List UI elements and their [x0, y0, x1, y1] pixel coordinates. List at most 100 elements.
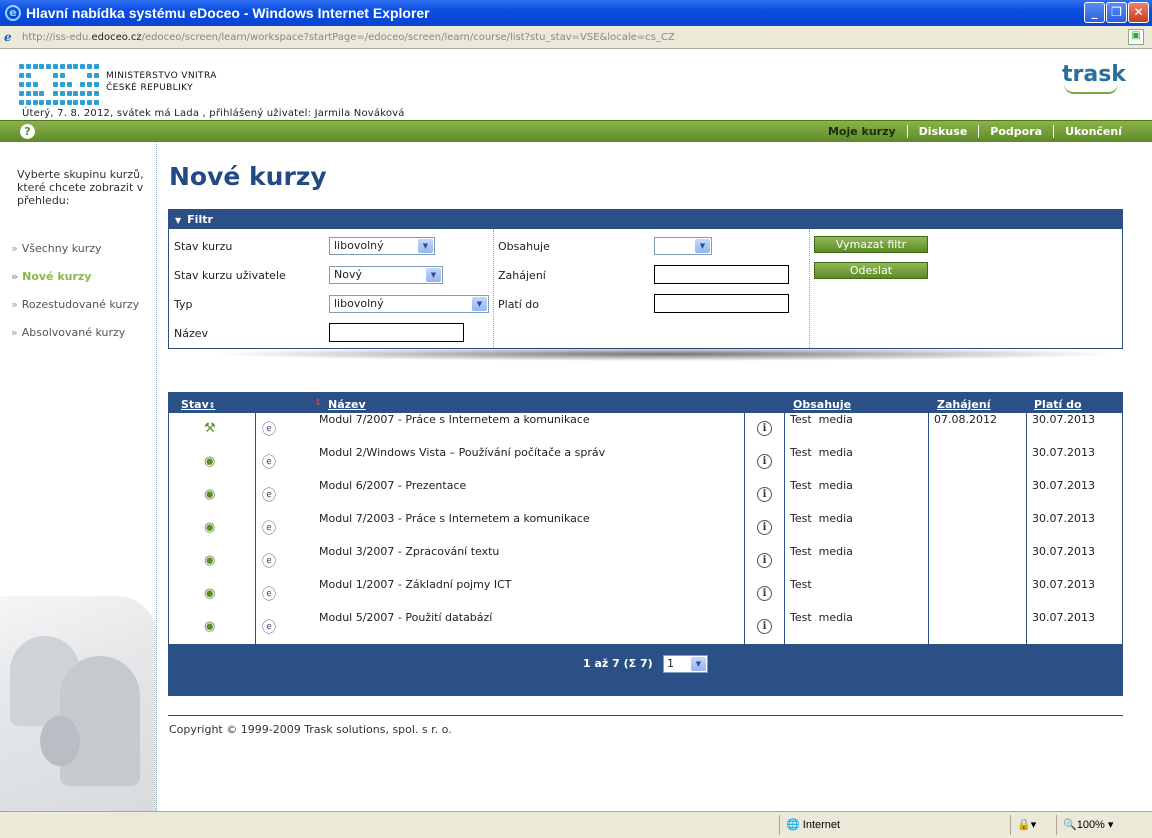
course-name[interactable]: Modul 3/2007 - Zpracování textu [319, 545, 499, 578]
filter-header[interactable]: ▼ Filtr [169, 210, 1122, 229]
info-icon[interactable]: i [757, 487, 772, 502]
address-bar[interactable]: ℯ http://iss-edu.edoceo.cz/edoceo/screen… [0, 26, 1152, 49]
sidebar-item-in-progress[interactable]: » Rozestudované kurzy [11, 298, 139, 311]
logo-dot [87, 64, 92, 69]
zahajeni-label: Zahájení [498, 269, 546, 282]
logo-dot [53, 91, 58, 96]
logo-dot [39, 91, 45, 96]
logo-dot [59, 91, 65, 96]
table-row[interactable]: ◉ ⓔ Modul 6/2007 - Prezentace i Test media 30… [169, 479, 1122, 512]
elearning-icon: ⓔ [262, 455, 276, 471]
logo-dot [32, 91, 38, 96]
chevron-down-icon: ▼ [426, 268, 441, 282]
logo-dot [80, 100, 86, 105]
sidebar: Vyberte skupinu kurzů, které chcete zobr… [0, 142, 157, 811]
nav-support[interactable]: Podpora [978, 125, 1053, 138]
protected-mode-icon[interactable]: 🔒▾ [1010, 815, 1055, 835]
top-navbar: ? Moje kurzy Diskuse Podpora Ukončení [0, 120, 1152, 142]
logo-dot [93, 82, 99, 87]
course-valid: 30.07.2013 [1032, 512, 1095, 525]
info-icon[interactable]: i [757, 619, 772, 634]
stav-uzivatele-select[interactable]: Nový ▼ [329, 266, 443, 284]
course-name[interactable]: Modul 7/2003 - Práce s Internetem a komu… [319, 512, 590, 545]
zoom-control[interactable]: 🔍100% ▾ [1056, 815, 1152, 835]
col-header-zahajeni[interactable]: Zahájení [937, 398, 991, 411]
eye-icon[interactable]: ◉ [204, 619, 215, 634]
eye-icon[interactable]: ◉ [204, 487, 215, 502]
col-header-stav[interactable]: Stav⇕ [181, 398, 215, 411]
elearning-icon: ⓔ [262, 488, 276, 504]
nazev-input[interactable] [329, 323, 464, 342]
info-icon[interactable]: i [757, 421, 772, 436]
col-header-nazev[interactable]: Název [328, 398, 366, 411]
course-name[interactable]: Modul 6/2007 - Prezentace [319, 479, 466, 512]
trask-logo-swoosh [1064, 84, 1118, 94]
logo-dot [93, 73, 99, 78]
url-text[interactable]: http://iss-edu.edoceo.cz/edoceo/screen/l… [22, 32, 675, 43]
eye-icon[interactable]: ◉ [204, 553, 215, 568]
course-contains: Test [790, 578, 812, 591]
elearning-icon: ⓔ [262, 521, 276, 537]
course-name[interactable]: Modul 5/2007 - Použití databází [319, 611, 492, 644]
stav-kurzu-select[interactable]: libovolný ▼ [329, 237, 435, 255]
logo-dot [25, 100, 31, 105]
course-contains: Test media [790, 413, 853, 426]
obsahuje-select[interactable]: ▼ [654, 237, 712, 255]
tools-icon[interactable]: ⚒ [204, 421, 216, 436]
course-contains: Test media [790, 545, 853, 558]
sidebar-item-all-courses[interactable]: » Všechny kurzy [11, 242, 102, 255]
logo-dot [93, 91, 99, 96]
nav-discussion[interactable]: Diskuse [906, 125, 979, 138]
maximize-button[interactable]: ❐ [1106, 2, 1127, 23]
zahajeni-input[interactable] [654, 265, 789, 284]
col-header-plati-do[interactable]: Platí do [1034, 398, 1082, 411]
course-table: Stav⇕ ↕ Název Obsahuje Zahájení Platí do… [168, 392, 1123, 696]
help-icon[interactable]: ? [20, 124, 35, 139]
nav-logout[interactable]: Ukončení [1053, 125, 1122, 138]
logo-dot [59, 64, 65, 69]
plati-do-input[interactable] [654, 294, 789, 313]
submit-button[interactable]: Odeslat [814, 262, 928, 279]
logo-dot [32, 64, 38, 69]
close-button[interactable]: ✕ [1128, 2, 1149, 23]
logo-dot [59, 73, 65, 78]
sidebar-item-new-courses[interactable]: » Nové kurzy [11, 270, 91, 283]
col-header-obsahuje[interactable]: Obsahuje [793, 398, 851, 411]
course-name[interactable]: Modul 2/Windows Vista – Používání počíta… [319, 446, 605, 479]
chevron-down-icon: ▼ [695, 239, 710, 253]
table-body: ⚒ ⓔ Modul 7/2007 - Práce s Internetem a ko… [169, 413, 1122, 644]
sidebar-item-completed[interactable]: » Absolvované kurzy [11, 326, 125, 339]
table-row[interactable]: ◉ ⓔ Modul 3/2007 - Zpracování textu i Test m… [169, 545, 1122, 578]
table-row[interactable]: ◉ ⓔ Modul 5/2007 - Použití databází i Test m… [169, 611, 1122, 644]
sidebar-intro: Vyberte skupinu kurzů, které chcete zobr… [17, 168, 144, 207]
minimize-button[interactable]: _ [1084, 2, 1105, 23]
info-icon[interactable]: i [757, 454, 772, 469]
logo-dot [87, 91, 92, 96]
ministry-name: MINISTERSTVO VNITRA ČESKÉ REPUBLIKY [106, 71, 217, 93]
elearning-icon: ⓔ [262, 587, 276, 603]
compat-view-icon[interactable]: ▣ [1128, 29, 1144, 45]
eye-icon[interactable]: ◉ [204, 586, 215, 601]
date-user-info: Úterý, 7. 8. 2012, svátek má Lada , přih… [22, 108, 405, 119]
course-name[interactable]: Modul 1/2007 - Základní pojmy ICT [319, 578, 511, 611]
course-valid: 30.07.2013 [1032, 479, 1095, 492]
table-row[interactable]: ◉ ⓔ Modul 1/2007 - Základní pojmy ICT i Test… [169, 578, 1122, 611]
info-icon[interactable]: i [757, 520, 772, 535]
logo-dot [19, 73, 24, 78]
nav-my-courses[interactable]: Moje kurzy [817, 125, 907, 138]
course-contains: Test media [790, 479, 853, 492]
info-icon[interactable]: i [757, 553, 772, 568]
eye-icon[interactable]: ◉ [204, 454, 215, 469]
eye-icon[interactable]: ◉ [204, 520, 215, 535]
table-row[interactable]: ◉ ⓔ Modul 2/Windows Vista – Používání počí… [169, 446, 1122, 479]
course-valid: 30.07.2013 [1032, 413, 1095, 426]
typ-select[interactable]: libovolný ▼ [329, 295, 489, 313]
stav-uzivatele-label: Stav kurzu uživatele [174, 269, 286, 282]
chevron-down-icon: ▼ [418, 239, 433, 253]
course-name[interactable]: Modul 7/2007 - Práce s Internetem a komu… [319, 413, 590, 446]
page-select[interactable]: 1 ▼ [663, 655, 708, 673]
clear-filter-button[interactable]: Vymazat filtr [814, 236, 928, 253]
info-icon[interactable]: i [757, 586, 772, 601]
table-row[interactable]: ◉ ⓔ Modul 7/2003 - Práce s Internetem a ko… [169, 512, 1122, 545]
table-row[interactable]: ⚒ ⓔ Modul 7/2007 - Práce s Internetem a ko… [169, 413, 1122, 446]
